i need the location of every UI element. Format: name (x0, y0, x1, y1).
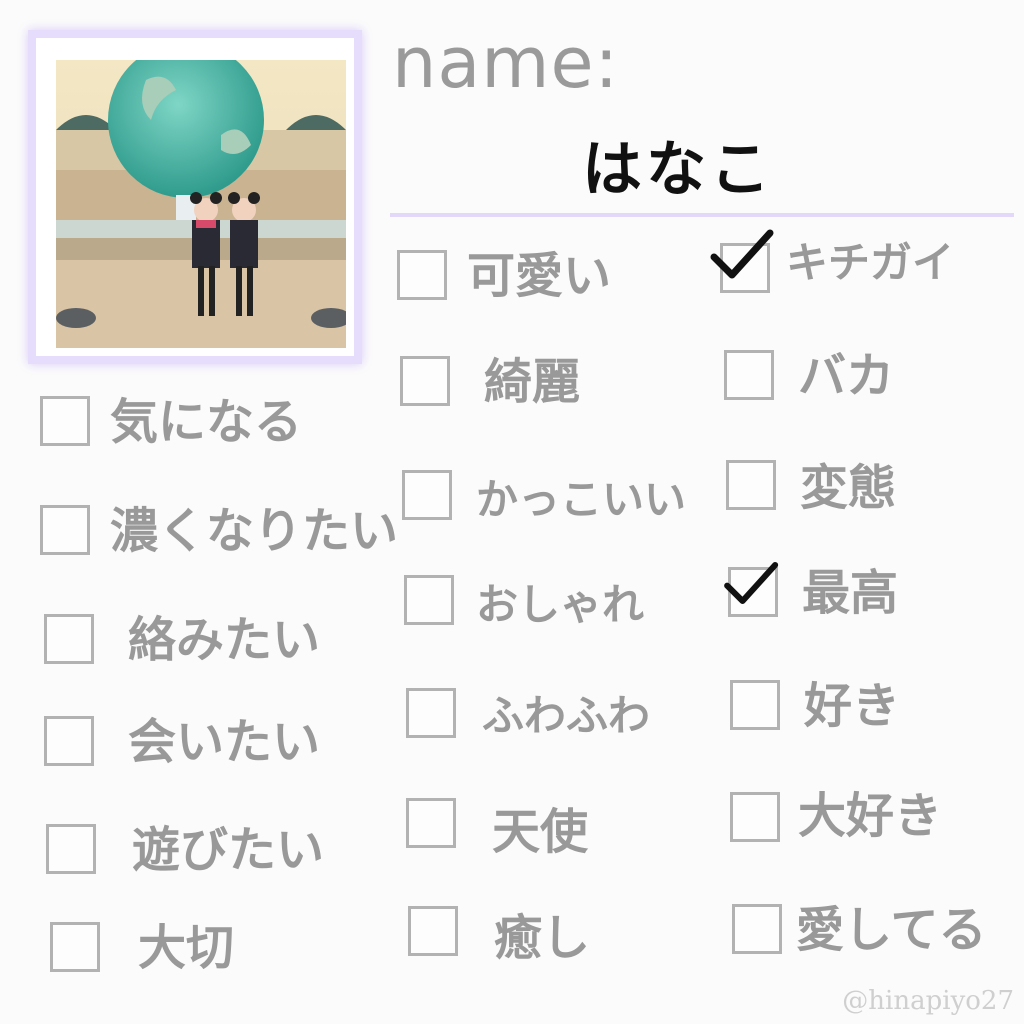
checklist-label: 濃くなりたい (110, 503, 399, 559)
checkbox[interactable] (730, 680, 780, 730)
checkbox[interactable] (44, 716, 94, 766)
checkbox[interactable] (732, 904, 782, 954)
checklist-label: 天使 (492, 804, 589, 860)
checkbox[interactable] (50, 922, 100, 972)
checklist-label: 気になる (110, 394, 303, 450)
checklist-label: バカ (798, 348, 895, 404)
checkbox[interactable] (730, 792, 780, 842)
checklist-label: 癒し (494, 910, 591, 966)
checkbox[interactable] (44, 614, 94, 664)
checkbox[interactable] (726, 460, 776, 510)
checklist-label: 遊びたい (132, 822, 325, 878)
checklist-label: おしゃれ (476, 580, 645, 629)
checkbox[interactable] (406, 798, 456, 848)
checkbox[interactable] (400, 356, 450, 406)
checkbox[interactable] (724, 350, 774, 400)
checklist-label: ふわふわ (482, 691, 651, 740)
checklist-label: キチガイ (786, 238, 955, 287)
checkbox[interactable] (397, 250, 447, 300)
checkmark-icon (724, 562, 779, 604)
checkbox[interactable] (408, 906, 458, 956)
checkbox[interactable] (46, 824, 96, 874)
checklist-label: 好き (804, 678, 901, 734)
checklist-label: 絡みたい (128, 612, 321, 668)
checkmark-icon (710, 229, 774, 279)
checkbox[interactable] (406, 688, 456, 738)
name-value: はなこ (582, 135, 774, 205)
checkbox[interactable] (402, 470, 452, 520)
checklist-label: 愛してる (796, 902, 987, 958)
checkbox[interactable] (40, 396, 90, 446)
checklist-label: 大切 (138, 920, 235, 976)
profile-photo-frame (28, 30, 362, 364)
checkbox[interactable] (404, 575, 454, 625)
checklist-label: 大好き (798, 788, 943, 844)
checklist-label: かっこいい (476, 475, 687, 524)
watermark: @hinapiyo27 (842, 986, 1014, 1016)
checkbox[interactable] (40, 505, 90, 555)
checklist-label: 可愛い (467, 248, 612, 304)
checklist-label: 変態 (800, 460, 897, 516)
checklist-label: 会いたい (128, 714, 321, 770)
name-label: name: (392, 22, 620, 104)
profile-photo (56, 60, 346, 348)
checklist-label: 最高 (802, 565, 899, 621)
name-underline (390, 213, 1014, 217)
checklist-label: 綺麗 (484, 354, 581, 410)
